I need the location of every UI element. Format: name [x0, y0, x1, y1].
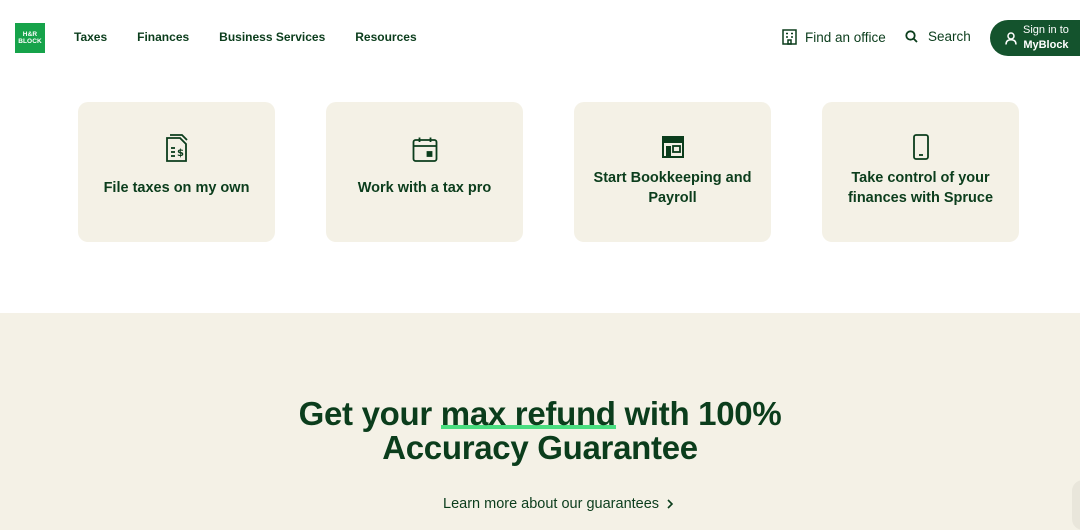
storefront-icon [661, 136, 684, 158]
headline-pre: Get your [298, 395, 441, 432]
sign-in-button[interactable]: Sign in to MyBlock [990, 20, 1080, 56]
headline-post: with 100% [615, 395, 782, 432]
card-tax-pro[interactable]: Work with a tax pro [326, 102, 523, 242]
card-spruce[interactable]: Take control of your finances with Spruc… [822, 102, 1019, 242]
headline-line-2: Accuracy Guarantee [382, 429, 698, 466]
hr-block-logo[interactable]: H&R BLOCK [15, 23, 45, 53]
logo-line-1: H&R [22, 31, 38, 38]
card-label: Work with a tax pro [357, 180, 492, 196]
card-label: File taxes on my own [103, 180, 250, 196]
main-nav: Taxes Finances Business Services Resourc… [74, 30, 447, 44]
mobile-phone-icon [912, 134, 929, 160]
nav-finances[interactable]: Finances [137, 30, 189, 44]
sign-in-line-1: Sign in to [1023, 24, 1069, 36]
svg-text:$: $ [177, 148, 184, 159]
card-bookkeeping[interactable]: Start Bookkeeping and Payroll [574, 102, 771, 242]
learn-more-label: Learn more about our guarantees [443, 496, 660, 512]
sign-in-text: Sign in to MyBlock [1023, 23, 1069, 53]
nav-resources[interactable]: Resources [355, 30, 416, 44]
card-file-taxes[interactable]: $ File taxes on my own [78, 102, 275, 242]
search-button[interactable]: Search [905, 29, 971, 44]
find-office-link[interactable]: Find an office [782, 29, 886, 45]
card-label: Start Bookkeeping and Payroll [593, 170, 752, 206]
chevron-right-icon [666, 499, 674, 509]
calendar-icon [412, 137, 437, 162]
nav-business-services[interactable]: Business Services [219, 30, 325, 44]
office-building-icon [782, 29, 797, 45]
logo-line-2: BLOCK [18, 38, 42, 45]
site-header: H&R BLOCK Taxes Finances Business Servic… [0, 0, 1080, 76]
learn-more-guarantees-link[interactable]: Learn more about our guarantees [443, 496, 674, 512]
chat-widget-edge[interactable] [1072, 480, 1080, 530]
search-icon [905, 30, 918, 43]
search-label: Search [928, 29, 971, 44]
find-office-label: Find an office [805, 29, 886, 45]
tax-document-icon: $ [165, 134, 188, 162]
nav-taxes[interactable]: Taxes [74, 30, 107, 44]
user-icon [1005, 31, 1017, 45]
headline-highlight: max refund [440, 395, 616, 432]
card-label: Take control of your finances with Spruc… [847, 170, 994, 206]
sign-in-line-2: MyBlock [1023, 39, 1069, 51]
guarantee-headline: Get your max refund with 100% Accuracy G… [0, 395, 1080, 466]
guarantee-section: Get your max refund with 100% Accuracy G… [0, 313, 1080, 530]
